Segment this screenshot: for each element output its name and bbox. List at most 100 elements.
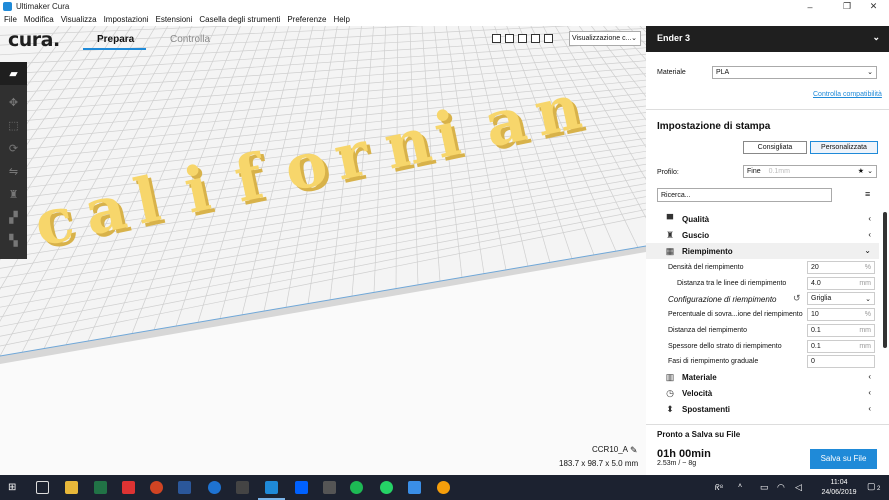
rotate-tool-icon[interactable]: ⟳ [0, 137, 27, 160]
chevron-down-icon: ⌄ [631, 35, 637, 42]
per-model-settings-icon[interactable]: ♜ [0, 183, 27, 206]
mirror-tool-icon[interactable]: ⇋ [0, 160, 27, 183]
mode-recommended-button[interactable]: Consigliata [743, 141, 807, 154]
settings-scrollbar[interactable] [883, 212, 887, 348]
clock-time[interactable]: 11:04 [819, 479, 859, 486]
setting-input[interactable]: 10% [807, 308, 875, 321]
chevron-left-icon: ‹ [868, 230, 871, 239]
edge-icon[interactable] [208, 481, 221, 494]
support-blocker-icon[interactable]: ▞ [0, 206, 27, 229]
profile-select[interactable]: Fine 0.1mm ★ ⌄ [743, 165, 877, 178]
setting-label: Configurazione di riempimento [668, 295, 777, 304]
move-tool-icon[interactable]: ✥ [0, 91, 27, 114]
pencil-icon[interactable]: ✎ [630, 445, 638, 456]
category-velocita[interactable]: ◷ Velocità ‹ [646, 385, 879, 401]
notifications-icon[interactable]: ▢ [867, 481, 876, 492]
people-icon[interactable]: ᖇ⁸ [715, 483, 723, 493]
category-guscio[interactable]: ♜ Guscio ‹ [646, 227, 879, 243]
camera-icon[interactable] [323, 481, 336, 494]
chevron-down-icon: ⌄ [872, 32, 880, 42]
check-compatibility-link[interactable]: Controlla compatibilità [813, 91, 882, 98]
gift-app-icon[interactable] [122, 481, 135, 494]
custom-support-icon[interactable]: ▚ [0, 229, 27, 252]
menu-preferenze[interactable]: Preferenze [287, 15, 326, 24]
whatsapp-icon[interactable] [380, 481, 393, 494]
category-qualita[interactable]: ▀ Qualità ‹ [646, 211, 879, 227]
model-name: CCR10_A [592, 445, 629, 454]
print-settings-title: Impostazione di stampa [657, 121, 771, 132]
spotify-icon[interactable] [350, 481, 363, 494]
task-view-icon[interactable] [36, 481, 49, 494]
print-settings-panel: Materiale PLA ⌄ Controlla compatibilità … [646, 52, 889, 475]
tab-prepara[interactable]: Prepara [97, 34, 134, 45]
view-left-icon[interactable] [531, 34, 540, 43]
menu-casella-strumenti[interactable]: Casella degli strumenti [199, 15, 280, 24]
setting-label: Distanza del riempimento [668, 327, 747, 334]
clock-date[interactable]: 24/06/2019 [815, 489, 863, 496]
battery-icon[interactable]: ▭ [760, 482, 769, 493]
category-materiale[interactable]: ▥ Materiale ‹ [646, 369, 879, 385]
travel-icon: ⬍ [666, 404, 674, 414]
star-icon[interactable]: ★ [858, 167, 864, 175]
powerpoint-icon[interactable] [150, 481, 163, 494]
close-button[interactable]: ✕ [858, 0, 889, 13]
cura-taskbar-icon[interactable] [265, 481, 278, 494]
notification-count: 2 [877, 486, 881, 492]
menu-impostazioni[interactable]: Impostazioni [104, 15, 149, 24]
menu-estensioni[interactable]: Estensioni [155, 15, 192, 24]
save-to-file-button[interactable]: Salva su File [810, 449, 877, 469]
tray-chevron-icon[interactable]: ˄ [738, 483, 742, 490]
view-3d-icon[interactable] [492, 34, 501, 43]
mail-icon[interactable] [236, 481, 249, 494]
profile-label: Profilo: [657, 169, 679, 176]
setting-input[interactable]: 0.1 mm [807, 340, 875, 353]
setting-select[interactable]: Griglia ⌄ [807, 292, 875, 305]
setting-input[interactable]: 0.1 mm [807, 324, 875, 337]
windows-start-icon[interactable]: ⊞ [8, 481, 21, 494]
camera-view-buttons [492, 34, 553, 43]
open-file-icon[interactable]: ▰ [0, 62, 27, 85]
view-type-select[interactable]: Visualizzazione c... ⌄ [569, 31, 641, 46]
overwatch-icon[interactable] [437, 481, 450, 494]
setting-input[interactable]: 4.0 mm [807, 277, 875, 290]
category-label: Riempimento [682, 247, 733, 256]
setting-row: Spessore dello strato di riempimento 0.1… [646, 339, 879, 354]
menu-modifica[interactable]: Modifica [24, 15, 54, 24]
print-time: 01h 00min [657, 448, 711, 460]
printer-selector[interactable]: Ender 3 ⌄ [646, 26, 889, 52]
menu-help[interactable]: Help [333, 15, 349, 24]
word-icon[interactable] [178, 481, 191, 494]
menu-file[interactable]: File [4, 15, 17, 24]
settings-visibility-menu-icon[interactable]: ≡ [865, 189, 870, 199]
tab-controlla[interactable]: Controlla [170, 34, 210, 45]
profile-hint: 0.1mm [768, 168, 790, 175]
material-select[interactable]: PLA ⌄ [712, 66, 877, 79]
cura-logo: cura. [8, 29, 60, 51]
file-explorer-icon[interactable] [65, 481, 78, 494]
dropbox-icon[interactable] [295, 481, 308, 494]
chevron-left-icon: ‹ [868, 214, 871, 223]
photos-icon[interactable] [408, 481, 421, 494]
material-label: Materiale [657, 69, 686, 76]
build-plate-viewport[interactable]: ccaalliiffoorrnniiaann [0, 26, 646, 475]
wifi-icon[interactable]: ◠ [777, 482, 785, 493]
setting-input[interactable]: 0 [807, 355, 875, 368]
reset-icon[interactable]: ↺ [793, 293, 801, 304]
setting-label: Percentuale di sovra...ione del riempime… [668, 311, 803, 318]
scale-tool-icon[interactable]: ⬚ [0, 114, 27, 137]
mode-custom-button[interactable]: Personalizzata [810, 141, 878, 154]
chevron-down-icon: ⌄ [864, 246, 871, 255]
category-spostamenti[interactable]: ⬍ Spostamenti ‹ [646, 401, 879, 417]
excel-icon[interactable] [94, 481, 107, 494]
menu-visualizza[interactable]: Visualizza [61, 15, 97, 24]
profile-value: Fine [747, 168, 761, 175]
setting-input[interactable]: 20% [807, 261, 875, 274]
view-front-icon[interactable] [505, 34, 514, 43]
volume-icon[interactable]: ◁ [795, 482, 802, 493]
minimize-button[interactable]: – [790, 0, 830, 13]
settings-search-input[interactable]: Ricerca... [657, 188, 832, 202]
category-riempimento[interactable]: ▦ Riempimento ⌄ [646, 243, 879, 259]
view-right-icon[interactable] [544, 34, 553, 43]
setting-row: Distanza del riempimento 0.1 mm [646, 323, 879, 338]
view-top-icon[interactable] [518, 34, 527, 43]
